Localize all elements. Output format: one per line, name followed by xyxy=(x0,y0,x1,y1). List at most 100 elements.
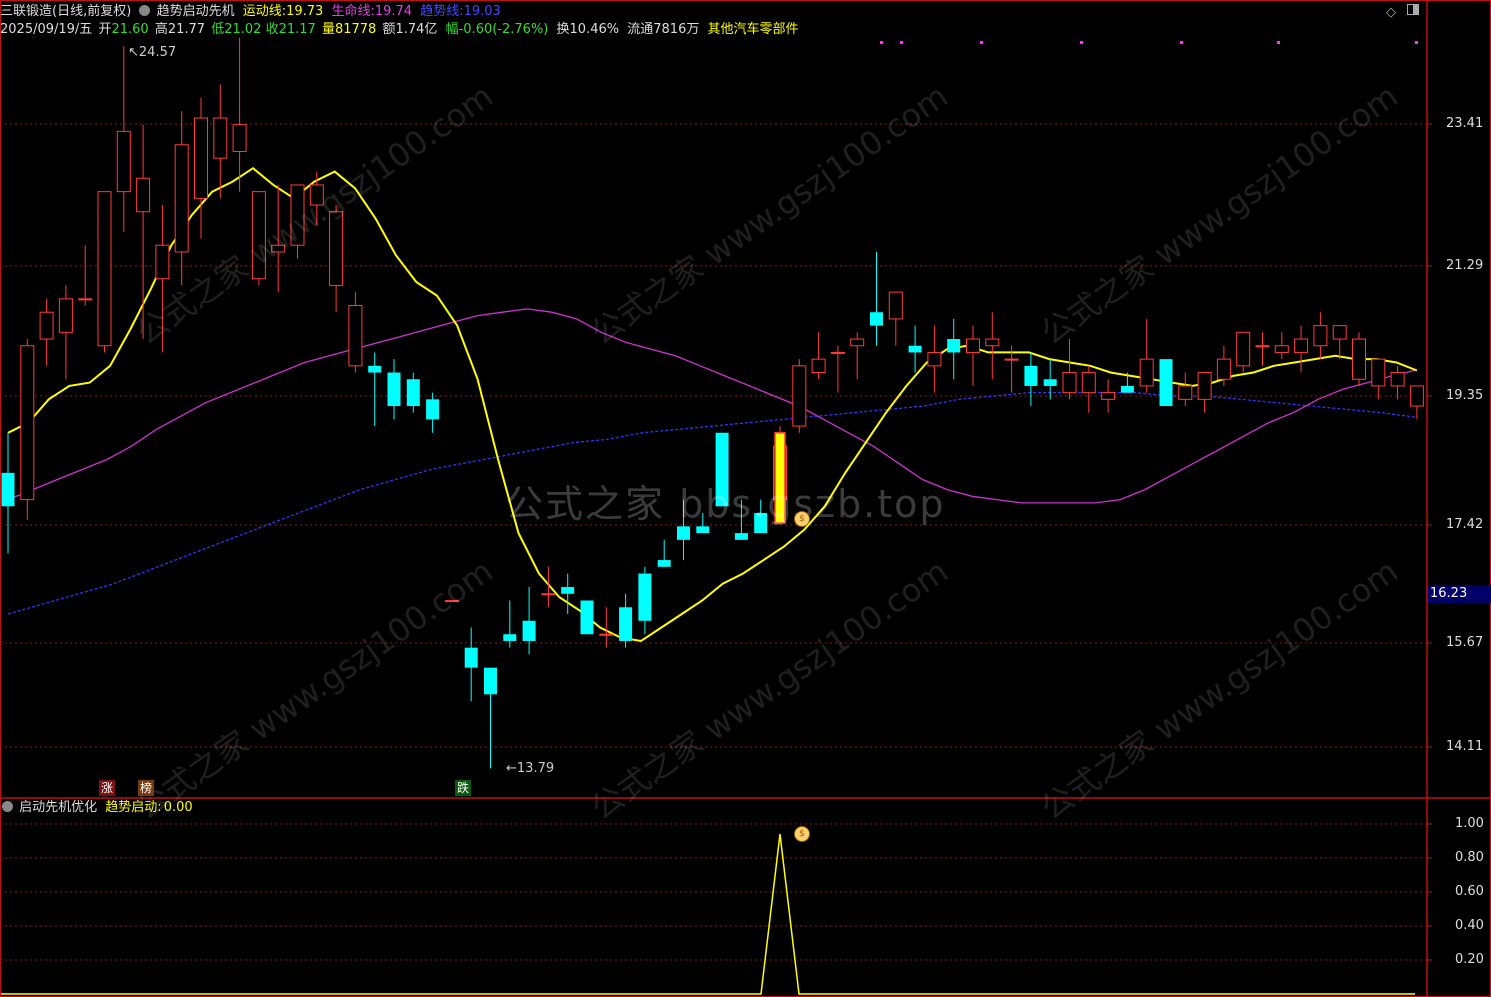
turnover-value: 10.46% xyxy=(569,22,620,37)
high-price-mark-value: 24.57 xyxy=(138,45,177,60)
sub-panel-plot xyxy=(0,833,1415,995)
candle-body-down xyxy=(1024,365,1038,386)
float-label: 流通 xyxy=(627,22,654,37)
amount-value: 1.74亿 xyxy=(395,22,438,37)
candle-body-down xyxy=(580,600,594,635)
signal-dot xyxy=(900,41,903,44)
candle-body-down xyxy=(522,620,536,641)
candle-body-up xyxy=(888,291,903,320)
watermark-center: 公式之家 bbs.gszb.top xyxy=(505,482,946,526)
candle-body-down xyxy=(464,647,478,668)
price-tick: 23.41 xyxy=(1446,116,1484,131)
candle-body-up xyxy=(1352,338,1366,380)
sub-axis-tick: 0.20 xyxy=(1455,952,1484,967)
stock-title[interactable]: 三联锻造(日线,前复权) xyxy=(0,4,131,19)
sub-indicator-name[interactable]: 启动先机优化 xyxy=(19,800,97,815)
change-label: 幅 xyxy=(445,22,459,37)
candle-body-up xyxy=(1216,358,1231,380)
price-tick: 19.35 xyxy=(1446,388,1484,403)
candle-body-down xyxy=(503,634,517,641)
candle-body-up xyxy=(136,177,151,213)
candle-body-down xyxy=(908,345,922,353)
turnover-label: 换 xyxy=(556,22,570,37)
indicator-name[interactable]: 趋势启动先机 xyxy=(157,4,235,19)
candle-body-up xyxy=(97,191,112,347)
candle-body-up xyxy=(194,117,208,199)
candle-body-up xyxy=(1332,325,1347,340)
open-label: 开 xyxy=(98,22,112,37)
candle-body-up xyxy=(1139,358,1154,387)
candle-body-down xyxy=(657,560,671,567)
price-tick: 15.67 xyxy=(1446,635,1484,650)
signal-dot xyxy=(880,41,883,44)
candle-body-up xyxy=(1236,331,1251,367)
low-label: 低 xyxy=(211,22,225,37)
indicator-toggle-icon[interactable] xyxy=(139,5,151,16)
candle-body-up xyxy=(966,338,980,353)
change-value: -0.60(-2.76%) xyxy=(458,22,549,37)
signal-dot xyxy=(1080,41,1083,44)
candle-body-down xyxy=(1120,385,1134,393)
float-value: 7816万 xyxy=(653,22,700,37)
sub-indicator-toggle-icon[interactable] xyxy=(2,801,13,812)
amount-label: 额 xyxy=(382,22,396,37)
candle-body-up xyxy=(811,358,826,374)
close-label: 收 xyxy=(265,22,279,37)
sub-axis-tick: 0.80 xyxy=(1455,850,1484,865)
candle-body-up xyxy=(792,365,807,427)
signal-label: 趋势启动: xyxy=(105,800,162,815)
low-price-mark: ←13.79 xyxy=(506,761,555,776)
candle-body-up xyxy=(39,311,54,340)
signal-line xyxy=(0,833,1415,995)
quote-bar: 2025/09/19/五 开21.60 高21.77 低21.02 收21.17… xyxy=(0,22,803,38)
high-price-mark: ↖24.57 xyxy=(128,45,177,60)
candle-body-down xyxy=(870,312,883,326)
candle-body-up xyxy=(541,593,556,596)
limit-up-tag[interactable]: 涨 xyxy=(99,780,115,796)
candle-body-up xyxy=(1197,372,1212,400)
candle-body-down xyxy=(677,526,690,540)
life-line-value: 19.74 xyxy=(374,4,413,19)
candle-body-up xyxy=(20,345,35,501)
candle-body-down xyxy=(1,472,15,507)
candle-body-down xyxy=(619,607,633,641)
ranking-tag[interactable]: 榜 xyxy=(138,780,154,796)
candle-body-up xyxy=(830,351,845,354)
candle-body-down xyxy=(368,365,382,373)
candle-body-up xyxy=(927,351,942,367)
candle-body-up xyxy=(1313,325,1328,347)
window-icon[interactable] xyxy=(1407,4,1419,15)
diamond-icon[interactable]: ◇ xyxy=(1386,5,1396,20)
close-value: 21.17 xyxy=(278,22,316,37)
money-bag-icon: $ xyxy=(794,826,810,842)
candle-body-up xyxy=(599,633,614,636)
candle-body-up xyxy=(1409,385,1424,407)
low-price-mark-value: 13.79 xyxy=(516,761,555,776)
candle-body-up xyxy=(116,130,131,193)
price-tick: 17.42 xyxy=(1446,517,1484,532)
candle-body-up xyxy=(1101,392,1116,400)
sector-label[interactable]: 其他汽车零部件 xyxy=(708,22,799,37)
candle-body-down xyxy=(561,587,575,594)
quote-date: 2025/09/19/五 xyxy=(0,22,93,37)
sub-axis-tick: 0.60 xyxy=(1455,884,1484,899)
candle-body-down xyxy=(1043,379,1057,386)
candle-body-down xyxy=(484,667,497,695)
candle-body-down xyxy=(734,533,748,540)
candle-body-up xyxy=(1274,345,1289,353)
sub-panel-header: 启动先机优化 趋势启动: 0.00 xyxy=(0,800,197,816)
open-value: 21.60 xyxy=(111,22,149,37)
candle-body-down xyxy=(947,339,961,353)
candle-body-up xyxy=(1081,372,1096,394)
signal-dot xyxy=(1277,41,1280,44)
candle-body-down xyxy=(638,573,652,621)
limit-down-tag[interactable]: 跌 xyxy=(455,780,471,796)
life-line-label: 生命线: xyxy=(331,4,375,19)
candle-body-up xyxy=(1004,358,1019,361)
high-value: 21.77 xyxy=(167,22,206,37)
candle-body-up xyxy=(1178,385,1193,400)
candle-body-up xyxy=(174,144,189,253)
high-label: 高 xyxy=(154,22,168,37)
candle-body-up xyxy=(58,298,73,333)
signal-dot xyxy=(1415,41,1418,44)
